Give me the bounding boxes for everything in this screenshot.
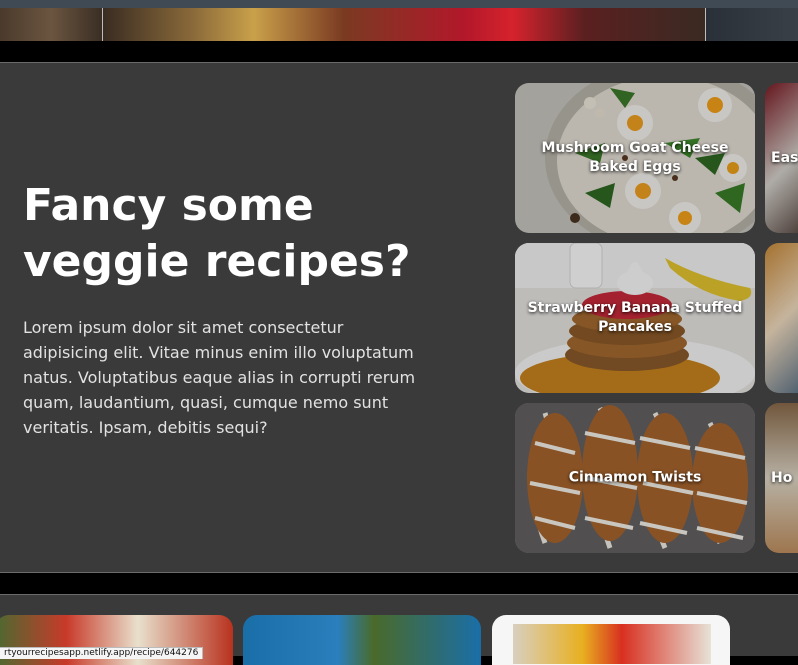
status-bar-url: rtyourrecipesapp.netlify.app/recipe/6442…: [0, 647, 204, 659]
recipe-card[interactable]: [765, 243, 798, 393]
top-bar: [0, 0, 798, 8]
card-overlay: [765, 243, 798, 393]
recipe-card[interactable]: Eas: [765, 83, 798, 233]
recipe-card[interactable]: Ho: [765, 403, 798, 553]
recipe-thumbnail[interactable]: [706, 8, 798, 41]
recipe-card-title: Cinnamon Twists: [568, 469, 702, 486]
recipe-card-title: Ho: [771, 470, 793, 486]
recipe-card-title: Strawberry Banana Stuffed Pancakes: [527, 300, 743, 335]
recipe-thumbnail[interactable]: [0, 8, 102, 41]
section-gap: [0, 41, 798, 62]
top-recipe-strip: [0, 0, 798, 41]
section-gap: [0, 573, 798, 594]
recipe-card-title: Mushroom Goat Cheese Baked Eggs: [541, 140, 729, 175]
recipe-thumbnail[interactable]: [103, 8, 705, 41]
recipe-card[interactable]: [492, 615, 730, 665]
recipe-card[interactable]: Mushroom Goat Cheese Baked Eggs: [515, 83, 755, 233]
recipe-photo: [513, 624, 711, 664]
recipe-card[interactable]: Strawberry Banana Stuffed Pancakes: [515, 243, 755, 393]
recipe-card[interactable]: Cinnamon Twists: [515, 403, 755, 553]
recipe-card-title: Eas: [771, 150, 798, 166]
recipe-card[interactable]: [243, 615, 481, 665]
hero-title: Fancy some veggie recipes?: [23, 180, 411, 287]
hero-description: Lorem ipsum dolor sit amet consectetur a…: [23, 318, 416, 437]
